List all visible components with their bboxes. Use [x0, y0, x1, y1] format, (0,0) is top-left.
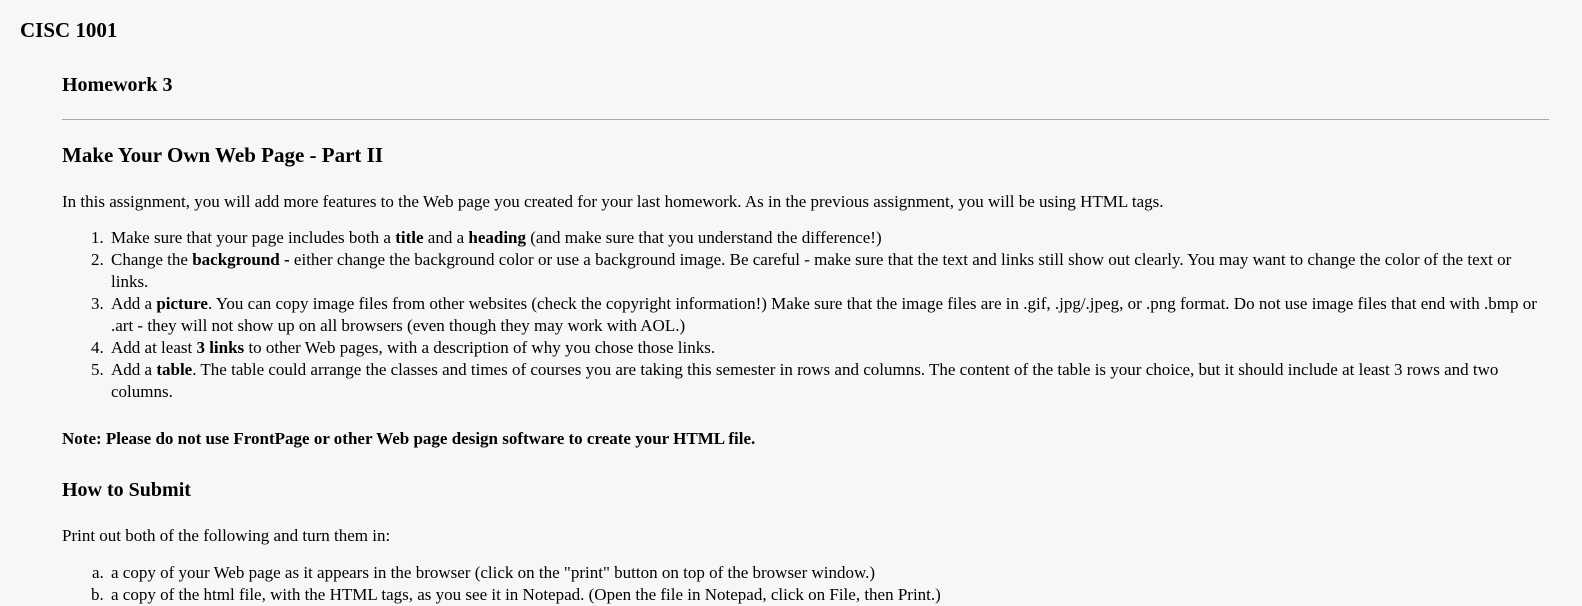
list-item: a copy of the html file, with the HTML t…: [108, 584, 1549, 606]
requirement-post: either change the background color or us…: [111, 249, 1512, 291]
section-title: Make Your Own Web Page - Part II: [62, 143, 384, 168]
list-item: Add a picture. You can copy image files …: [108, 293, 1549, 337]
submit-section-title: How to Submit: [62, 478, 191, 501]
note-text: Note: Please do not use FrontPage or oth…: [62, 429, 756, 449]
requirement-post: . The table could arrange the classes an…: [111, 360, 1499, 402]
document-page: CISC 1001 Homework 3 Make Your Own Web P…: [0, 0, 1582, 606]
requirement-bold-1: picture: [156, 293, 208, 313]
requirements-list: Make sure that your page includes both a…: [62, 227, 1549, 404]
assignment-title: Homework 3: [62, 74, 173, 97]
requirement-post: (and make sure that you understand the d…: [526, 227, 882, 247]
requirement-mid: and a: [423, 227, 469, 247]
intro-paragraph: In this assignment, you will add more fe…: [62, 192, 1164, 212]
requirement-bold-1: 3 links: [196, 338, 245, 358]
list-item: Change the background - either change th…: [108, 249, 1549, 293]
requirement-bold-1: background -: [192, 249, 290, 269]
requirement-bold-1: title: [395, 227, 424, 247]
requirement-pre: Change the: [111, 249, 193, 269]
requirement-post: . You can copy image files from other we…: [111, 293, 1537, 335]
requirement-pre: Add at least: [111, 338, 197, 358]
course-title: CISC 1001: [20, 18, 118, 42]
requirement-bold-2: heading: [468, 227, 527, 247]
requirement-pre: Add a: [111, 360, 157, 380]
requirement-post: to other Web pages, with a description o…: [244, 338, 716, 358]
requirement-pre: Add a: [111, 293, 157, 313]
horizontal-divider: [62, 119, 1549, 121]
list-item: Make sure that your page includes both a…: [108, 227, 1549, 249]
document-body: Homework 3 Make Your Own Web Page - Part…: [62, 73, 1549, 606]
list-item: Add a table. The table could arrange the…: [108, 359, 1549, 403]
submit-intro-paragraph: Print out both of the following and turn…: [62, 525, 391, 545]
requirement-bold-1: table: [156, 360, 193, 380]
requirement-pre: Make sure that your page includes both a: [111, 227, 396, 247]
submit-list: a copy of your Web page as it appears in…: [62, 562, 1549, 606]
list-item: Add at least 3 links to other Web pages,…: [108, 337, 1549, 359]
list-item: a copy of your Web page as it appears in…: [108, 562, 1549, 584]
